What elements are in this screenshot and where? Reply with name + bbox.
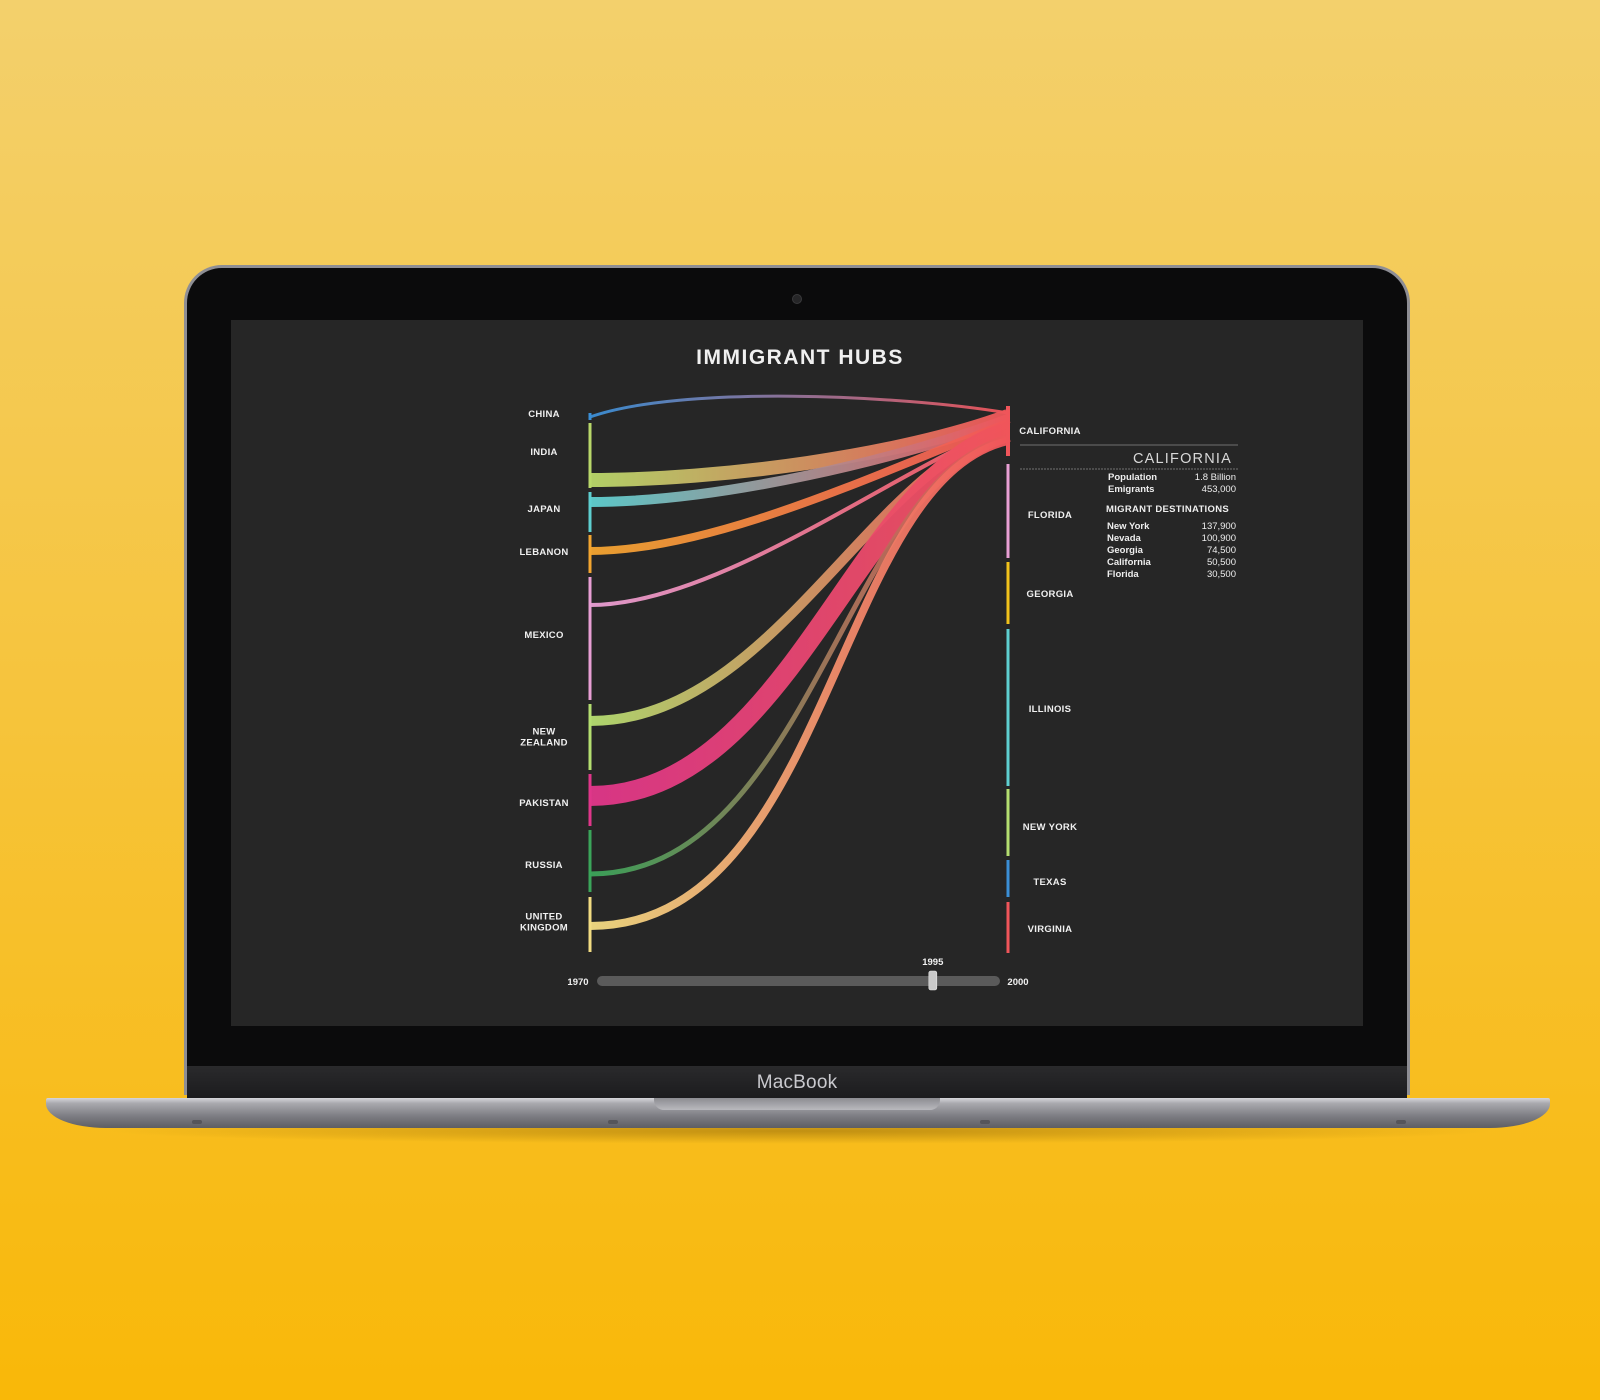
destination-row-label: Florida [1107, 569, 1139, 580]
info-panel-heading: CALIFORNIA [1133, 451, 1232, 467]
destination-label-virginia[interactable]: VIRGINIA [1028, 924, 1073, 935]
destination-row-value: 74,500 [1207, 545, 1236, 556]
migrant-destinations-heading: MIGRANT DESTINATIONS [1106, 504, 1229, 515]
destination-row-label: New York [1107, 521, 1150, 532]
destination-row-value: 50,500 [1207, 557, 1236, 568]
destination-axis: CALIFORNIA FLORIDA GEORGIA ILLINOIS NEW YORK… [1006, 406, 1081, 953]
destination-label-texas[interactable]: TEXAS [1033, 877, 1066, 888]
stat-label: Population [1108, 472, 1157, 483]
timeline-slider[interactable]: 1970 1995 2000 [567, 957, 1029, 991]
stat-label: Emigrants [1108, 484, 1154, 495]
destination-label-florida[interactable]: FLORIDA [1028, 510, 1072, 521]
flow-line-mexico[interactable] [589, 424, 1009, 607]
timeline-handle[interactable] [928, 970, 938, 991]
source-label-india[interactable]: INDIA [530, 447, 557, 458]
source-label-united-kingdom[interactable]: UNITED KINGDOM [520, 912, 568, 934]
flow-line-united-kingdom[interactable] [589, 437, 1009, 930]
timeline-current-year: 1995 [922, 957, 944, 968]
timeline-end-label: 2000 [1007, 977, 1028, 988]
destination-row-value: 30,500 [1207, 569, 1236, 580]
timeline-track[interactable] [597, 976, 1000, 986]
destination-row-label: Nevada [1107, 533, 1142, 544]
flow-line-pakistan[interactable] [589, 422, 1011, 806]
flow-line-china[interactable] [589, 394, 1009, 419]
timeline-start-label: 1970 [567, 977, 588, 988]
destination-label-illinois[interactable]: ILLINOIS [1029, 704, 1072, 715]
stat-value: 1.8 Billion [1195, 472, 1236, 483]
source-axis: CHINA INDIA JAPAN LEBANON MEXICO NEW ZEALAND PA… [519, 409, 592, 952]
destination-label-georgia[interactable]: GEORGIA [1027, 589, 1074, 600]
source-label-china[interactable]: CHINA [528, 409, 560, 420]
destination-row-value: 100,900 [1202, 533, 1236, 544]
destination-row-label: California [1107, 557, 1152, 568]
source-label-lebanon[interactable]: LEBANON [519, 547, 568, 558]
destination-label-new-york[interactable]: NEW YORK [1023, 822, 1077, 833]
source-label-russia[interactable]: RUSSIA [525, 860, 563, 871]
stat-value: 453,000 [1202, 484, 1236, 495]
destination-label-california[interactable]: CALIFORNIA [1019, 426, 1081, 437]
page-title: IMMIGRANT HUBS [696, 346, 904, 369]
source-label-new-zealand[interactable]: NEW ZEALAND [520, 727, 568, 749]
flow-lines [589, 394, 1011, 930]
immigrant-hubs-visualization: IMMIGRANT HUBS CHINA INDIA JAPAN LEBANON MEX… [519, 346, 1238, 991]
source-label-pakistan[interactable]: PAKISTAN [519, 798, 569, 809]
destination-row-label: Georgia [1107, 545, 1144, 556]
destination-row-value: 137,900 [1202, 521, 1236, 532]
source-label-japan[interactable]: JAPAN [528, 504, 561, 515]
source-label-mexico[interactable]: MEXICO [524, 630, 563, 641]
